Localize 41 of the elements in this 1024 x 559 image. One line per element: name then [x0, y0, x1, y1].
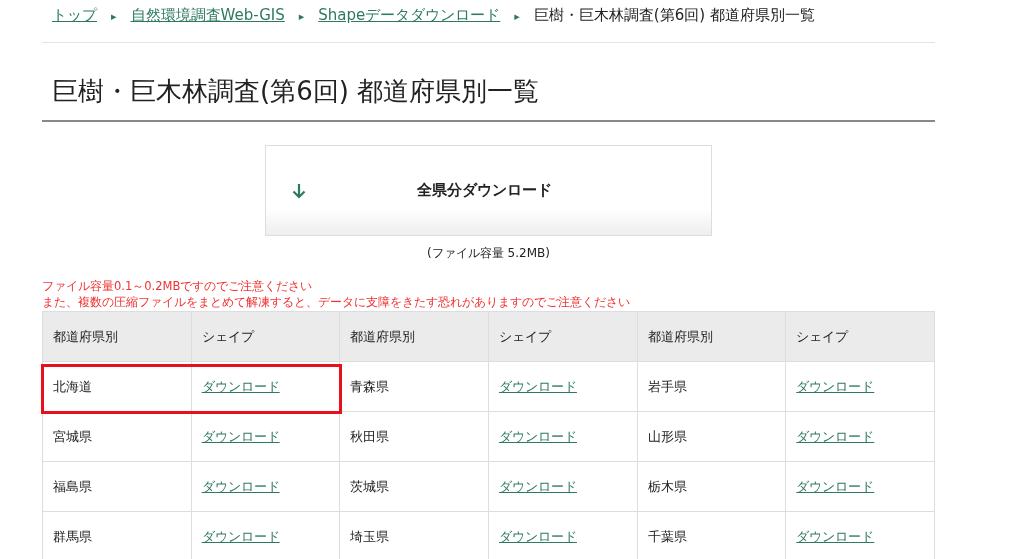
download-link[interactable]: ダウンロード [796, 428, 875, 444]
column-header: シェイプ [785, 311, 935, 362]
download-all-button[interactable]: 全県分ダウンロード [265, 145, 712, 237]
table-cell: 青森県 [339, 361, 489, 412]
page-title: 巨樹・巨木林調査(第6回) 都道府県別一覧 [42, 43, 935, 123]
column-header: シェイプ [191, 311, 340, 362]
table-cell: 栃木県 [637, 461, 786, 512]
table-cell: 群馬県 [42, 511, 192, 559]
breadcrumb-link[interactable]: 自然環境調査Web-GIS [130, 6, 285, 24]
download-link[interactable]: ダウンロード [201, 478, 280, 494]
column-header: 都道府県別 [339, 311, 489, 362]
table-cell: 山形県 [637, 411, 786, 462]
column-header: 都道府県別 [42, 311, 192, 362]
separator-icon: ▸ [298, 10, 305, 23]
download-link[interactable]: ダウンロード [796, 378, 875, 394]
download-link[interactable]: ダウンロード [201, 428, 280, 444]
download-link[interactable]: ダウンロード [201, 378, 280, 394]
warning-text: また、複数の圧縮ファイルをまとめて解凍すると、データに支障をきたす恐れがありますのでご注意ください [42, 294, 631, 311]
download-link[interactable]: ダウンロード [498, 528, 577, 544]
separator-icon: ▸ [514, 10, 520, 23]
table-cell: 宮城県 [42, 411, 192, 462]
download-link[interactable]: ダウンロード [498, 378, 577, 394]
separator-icon: ▸ [111, 10, 117, 23]
table-cell: 岩手県 [637, 361, 786, 412]
column-header: シェイプ [488, 311, 638, 362]
breadcrumb-link[interactable]: Shapeデータダウンロード [318, 6, 501, 24]
table-cell: 北海道 [42, 361, 192, 412]
column-header: 都道府県別 [637, 311, 786, 362]
breadcrumb-link[interactable]: トップ [52, 6, 97, 24]
arrow-down-icon [292, 182, 306, 199]
download-link[interactable]: ダウンロード [498, 478, 577, 494]
current-page: 巨樹・巨木林調査(第6回) 都道府県別一覧 [533, 6, 815, 24]
table-cell: 秋田県 [339, 411, 489, 462]
table-cell: 茨城県 [339, 461, 489, 512]
download-link[interactable]: ダウンロード [796, 478, 875, 494]
download-link[interactable]: ダウンロード [498, 428, 577, 444]
table-cell: 福島県 [42, 461, 192, 512]
warning-text: ファイル容量0.1～0.2MBですのでご注意ください [42, 278, 314, 295]
download-link[interactable]: ダウンロード [796, 528, 875, 544]
download-link[interactable]: ダウンロード [201, 528, 280, 544]
file-size-note: (ファイル容量 5.2MB) [426, 245, 551, 263]
